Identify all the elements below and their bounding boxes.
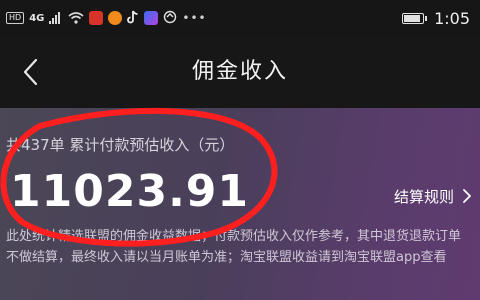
network-type: 4G — [29, 12, 45, 24]
income-note: 此处统计精选联盟的佣金收益数据；付款预估收入仅作参考，其中退货退款订单不做结算，… — [6, 229, 462, 265]
battery-fill — [404, 14, 421, 22]
notification-app-icon-red — [89, 11, 104, 25]
page-title: 佣金收入 — [191, 59, 288, 84]
status-right: 1:05 — [402, 0, 470, 36]
settlement-rules-link[interactable]: 结算规则 — [394, 186, 454, 207]
signal-icon — [49, 12, 63, 24]
hd-indicator: HD — [6, 12, 25, 24]
status-bar: HD 4G ••• 1:05 — [0, 0, 480, 36]
status-left: HD 4G ••• — [0, 9, 207, 28]
order-summary-label: 共437单 累计付款预估收入（元） — [6, 136, 235, 154]
battery-icon — [402, 12, 428, 24]
chevron-right-icon[interactable] — [460, 188, 474, 204]
tiktok-icon — [127, 9, 139, 28]
taobao-icon — [108, 11, 123, 25]
nav-bar: 佣金收入 — [0, 36, 480, 108]
clock: 1:05 — [434, 8, 470, 28]
wifi-icon — [68, 9, 84, 28]
more-dots-icon: ••• — [182, 11, 207, 25]
commission-summary-card: 共437单 累计付款预估收入（元） 11023.91 结算规则 此处统计精选联盟… — [0, 108, 480, 300]
vpn-icon — [163, 9, 177, 28]
video-app-icon — [144, 11, 159, 25]
estimated-income-amount: 11023.91 — [10, 166, 250, 217]
